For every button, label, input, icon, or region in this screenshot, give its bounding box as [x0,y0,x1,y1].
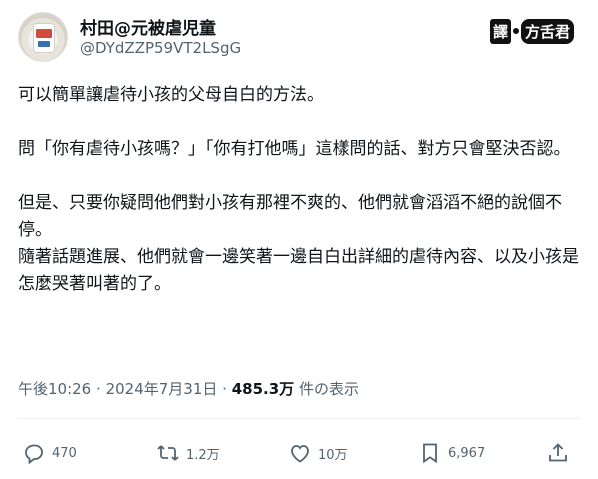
reply-count: 470 [52,445,77,461]
like-count: 10万 [318,447,348,463]
retweet-button[interactable]: 1.2万 [156,436,220,470]
heart-icon [291,445,309,463]
watermark-right: 方舌君 [520,18,574,44]
reply-icon [25,444,43,465]
tweet-line: 問「你有虐待小孩嗎？」「你有打他嗎」這樣問的話、對方只會堅決否認。 [18,139,571,159]
bookmark-icon [423,443,437,464]
share-button[interactable] [546,436,570,470]
watermark-left: 譯 [489,18,511,44]
tweet-meta: 午後10:26 · 2024年7月31日 · 485.3万 件の表示 [18,378,359,399]
action-bar: 470 1.2万 10万 6,967 [18,436,580,470]
author-handle[interactable]: @DYdZZP59VT2LSgG [80,39,241,57]
tweet-line: 可以簡單讓虐待小孩的父母自白的方法。 [18,85,324,105]
tweet-header: 村田@元被虐児童 @DYdZZP59VT2LSgG 譯 方舌君 [18,12,580,64]
avatar-can-image [33,23,55,53]
meta-separator: · [222,380,227,398]
views-label: 件の表示 [298,380,359,398]
like-button[interactable]: 10万 [288,436,348,470]
retweet-count: 1.2万 [186,447,220,463]
tweet-line: 但是、只要你疑問他們對小孩有那裡不爽的、他們就會滔滔不絕的說個不停。 [18,193,562,240]
retweet-icon [157,445,179,461]
divider [18,418,580,419]
tweet-line-gap [18,163,580,190]
tweet-text: 可以簡單讓虐待小孩的父母自白的方法。 問「你有虐待小孩嗎？」「你有打他嗎」這樣問… [18,82,580,298]
translator-watermark: 譯 方舌君 [489,18,574,44]
reply-button[interactable]: 470 [22,436,77,470]
tweet-time[interactable]: 午後10:26 [18,380,91,398]
avatar[interactable] [18,12,68,62]
tweet-line-gap [18,109,580,136]
bookmark-count: 6,967 [448,445,486,461]
bookmark-button[interactable]: 6,967 [418,436,485,470]
share-icon [549,443,567,462]
author-display-name[interactable]: 村田@元被虐児童 [80,14,216,39]
views-count: 485.3万 [231,380,295,398]
meta-separator: · [96,380,101,398]
watermark-dot [512,28,519,34]
tweet-date[interactable]: 2024年7月31日 [106,380,218,398]
tweet-line: 隨著話題進展、他們就會一邊笑著一邊自白出詳細的虐待內容、以及小孩是怎麼哭著叫著的… [18,247,579,294]
